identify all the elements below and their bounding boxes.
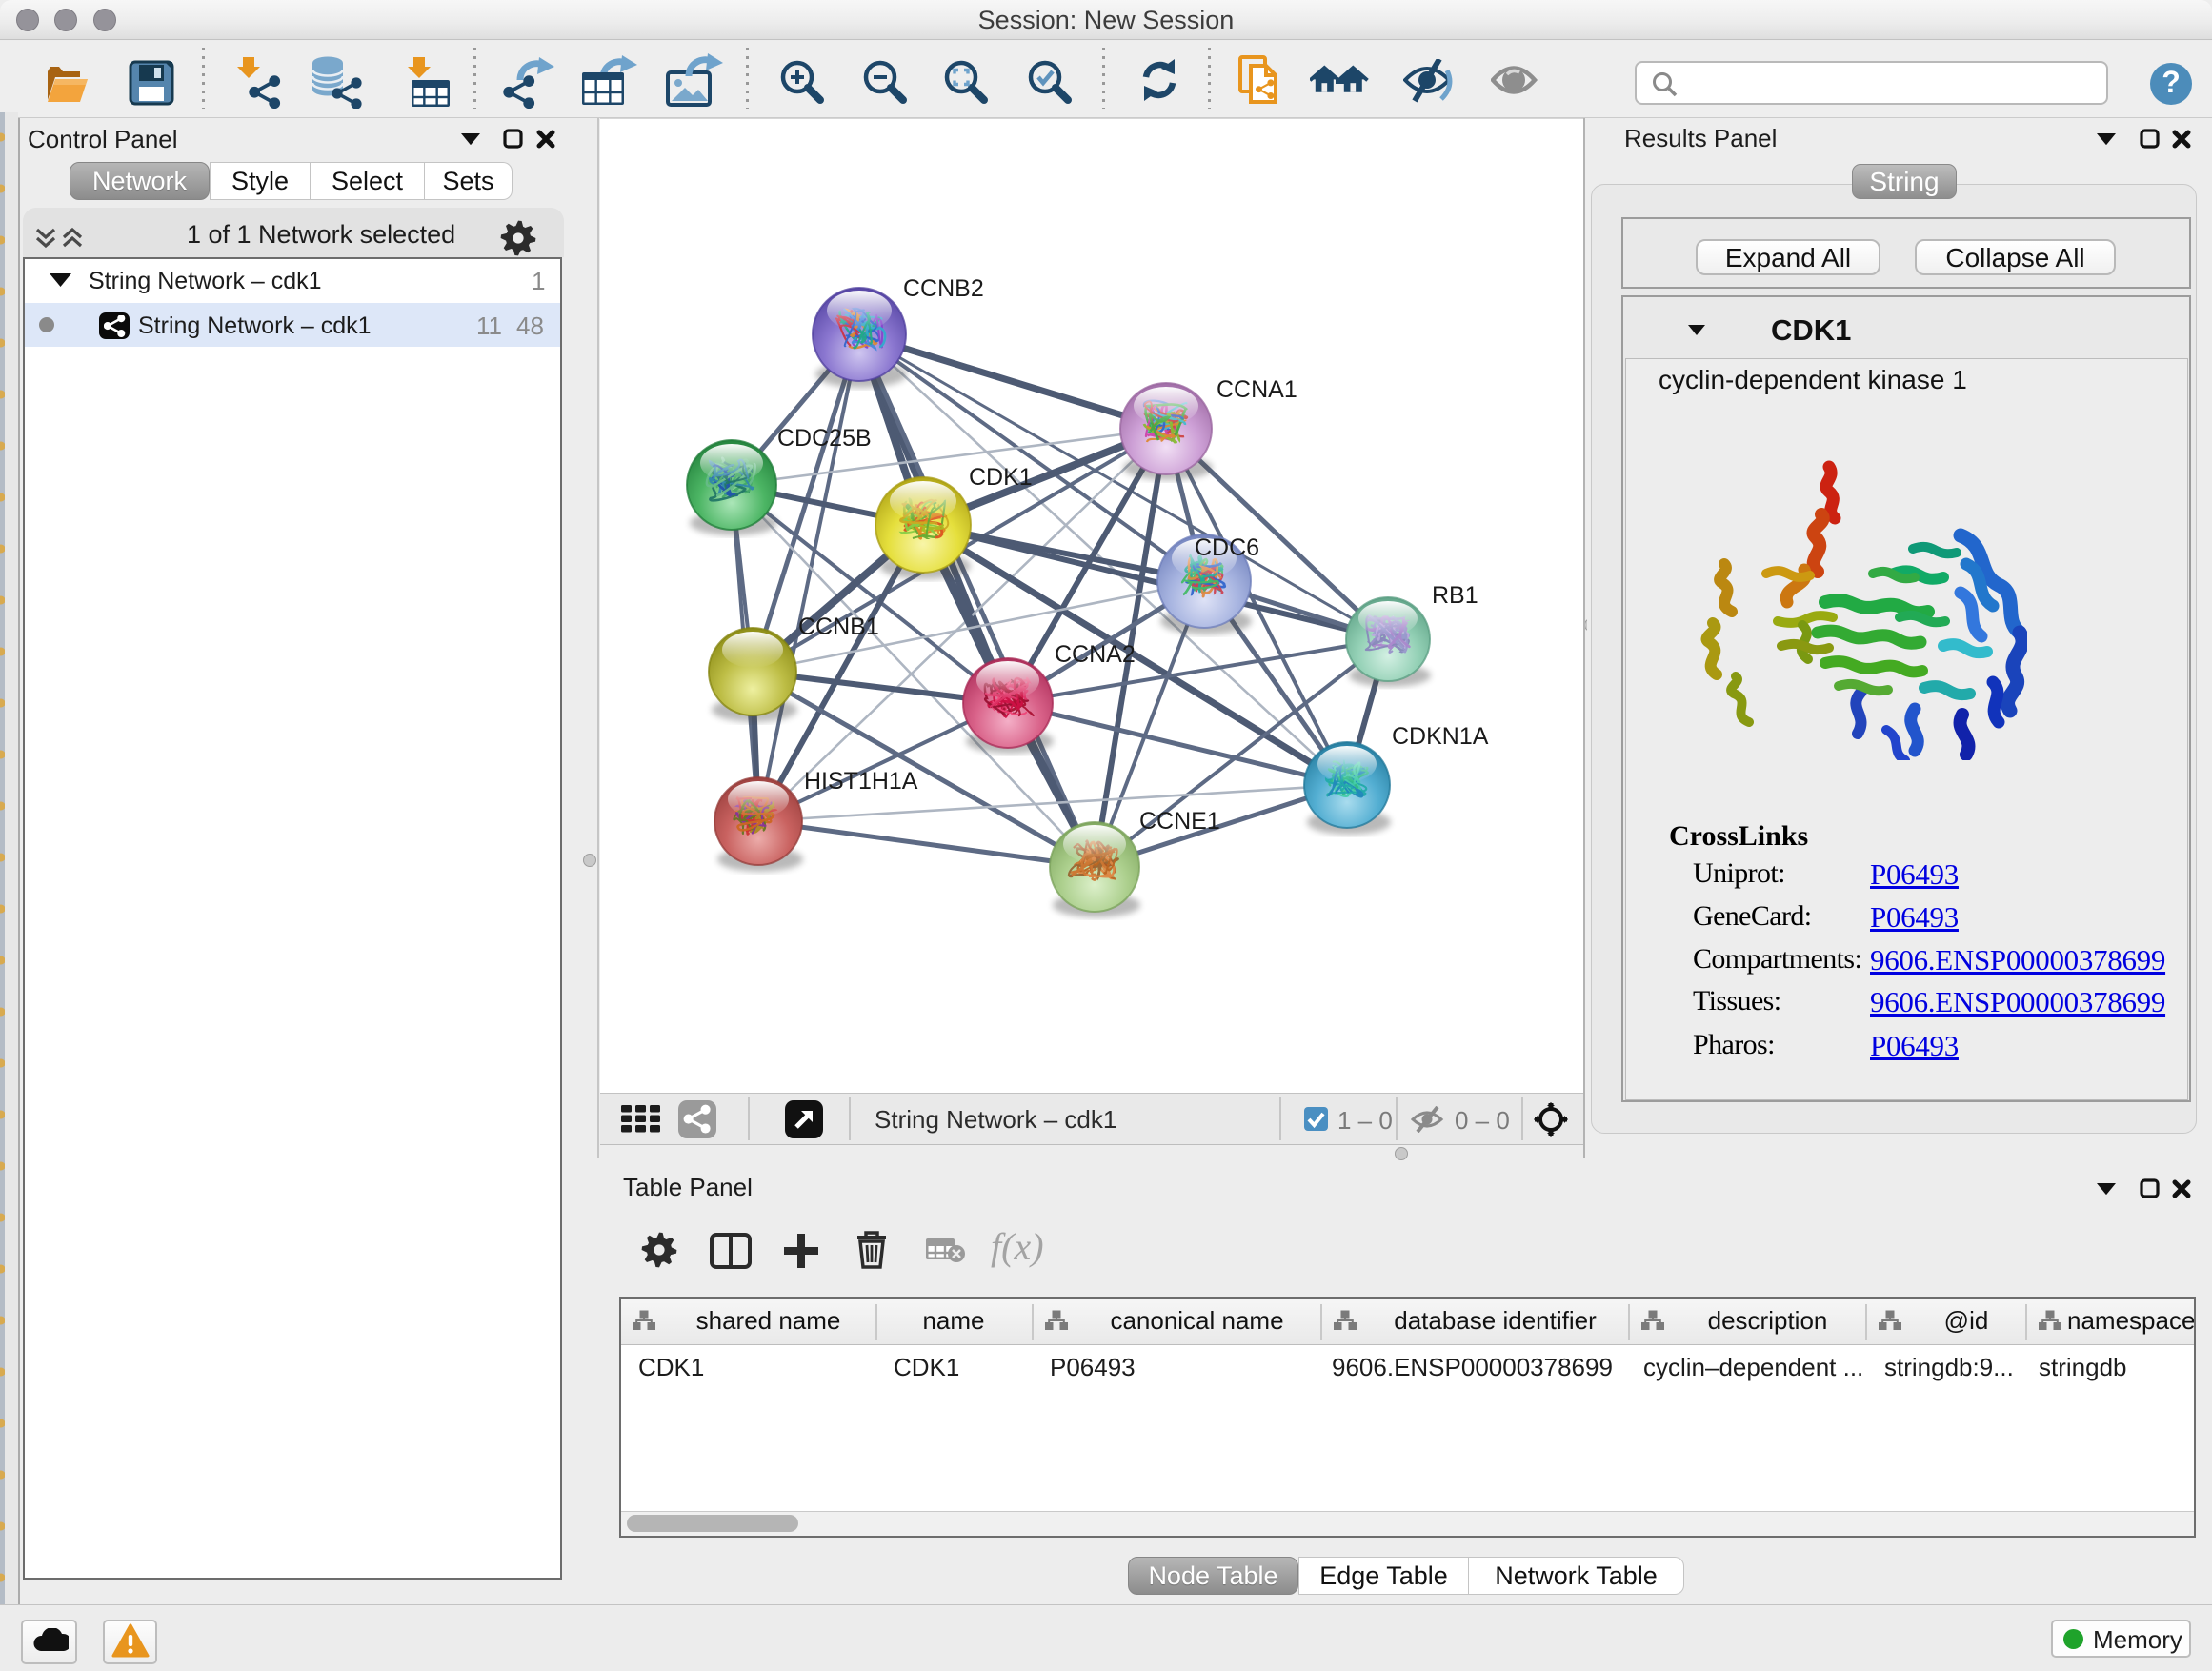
svg-text:HIST1H1A: HIST1H1A — [804, 768, 918, 795]
svg-text:CCNE1: CCNE1 — [1139, 808, 1220, 835]
svg-text:CDC25B: CDC25B — [777, 425, 872, 452]
svg-text:RB1: RB1 — [1432, 582, 1478, 609]
svg-text:CCNA1: CCNA1 — [1217, 376, 1297, 403]
svg-text:CCNA2: CCNA2 — [1055, 641, 1136, 668]
svg-text:CDKN1A: CDKN1A — [1392, 723, 1489, 750]
svg-text:CDC6: CDC6 — [1195, 534, 1259, 561]
svg-text:CCNB2: CCNB2 — [903, 275, 984, 302]
svg-text:CCNB1: CCNB1 — [798, 614, 879, 640]
svg-text:CDK1: CDK1 — [969, 464, 1033, 491]
svg-text:?: ? — [2162, 65, 2181, 99]
